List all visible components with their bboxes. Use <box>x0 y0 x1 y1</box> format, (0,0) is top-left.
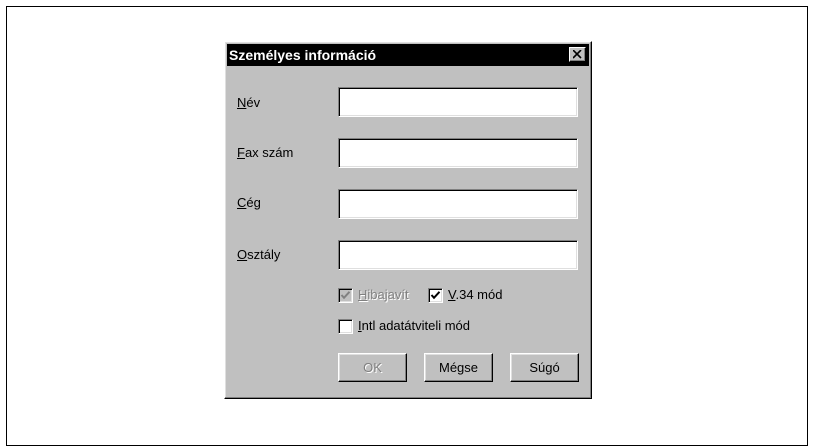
dialog-title: Személyes információ <box>229 47 377 63</box>
company-label: Cég <box>237 195 261 211</box>
fax-number-label: Fax szám <box>237 145 293 161</box>
intl-mode-label[interactable]: Intl adatátviteli mód <box>358 318 470 334</box>
intl-mode-label-rest: ntl adatátviteli mód <box>361 318 471 333</box>
department-label-accel: O <box>237 247 248 262</box>
name-input[interactable] <box>338 87 578 117</box>
department-label-rest: sztály <box>247 247 281 262</box>
checkmark-icon <box>340 291 351 300</box>
name-label-accel: N <box>237 95 247 110</box>
company-label-accel: C <box>237 195 247 210</box>
department-label: Osztály <box>237 247 280 263</box>
v34-mode-label[interactable]: V.34 mód <box>448 287 502 303</box>
v34-mode-checkbox[interactable] <box>428 288 443 303</box>
fax-number-label-accel: F <box>237 145 245 160</box>
department-input[interactable] <box>338 240 578 270</box>
name-label-rest: év <box>246 95 261 110</box>
error-correction-checkbox <box>338 288 353 303</box>
error-correction-label-accel: H <box>358 287 368 302</box>
close-button[interactable] <box>569 47 586 62</box>
close-icon <box>573 50 582 59</box>
name-label: Név <box>237 95 260 111</box>
company-label-rest: ég <box>246 195 261 210</box>
intl-mode-checkbox[interactable] <box>338 319 353 334</box>
fax-number-input[interactable] <box>338 138 578 168</box>
personal-info-dialog: Személyes információ Név Fax szám Cég Os… <box>224 41 592 399</box>
cancel-button[interactable]: Mégse <box>424 353 493 382</box>
help-button[interactable]: Súgó <box>510 353 579 382</box>
error-correction-label: Hibajavít <box>358 287 409 303</box>
checkmark-icon <box>430 291 441 300</box>
ok-button[interactable]: OK <box>338 353 407 382</box>
v34-mode-label-rest: .34 mód <box>455 287 503 302</box>
dialog-titlebar[interactable]: Személyes információ <box>227 44 589 66</box>
company-input[interactable] <box>338 189 578 219</box>
fax-number-label-rest: ax szám <box>244 145 294 160</box>
error-correction-label-rest: ibajavít <box>367 287 409 302</box>
